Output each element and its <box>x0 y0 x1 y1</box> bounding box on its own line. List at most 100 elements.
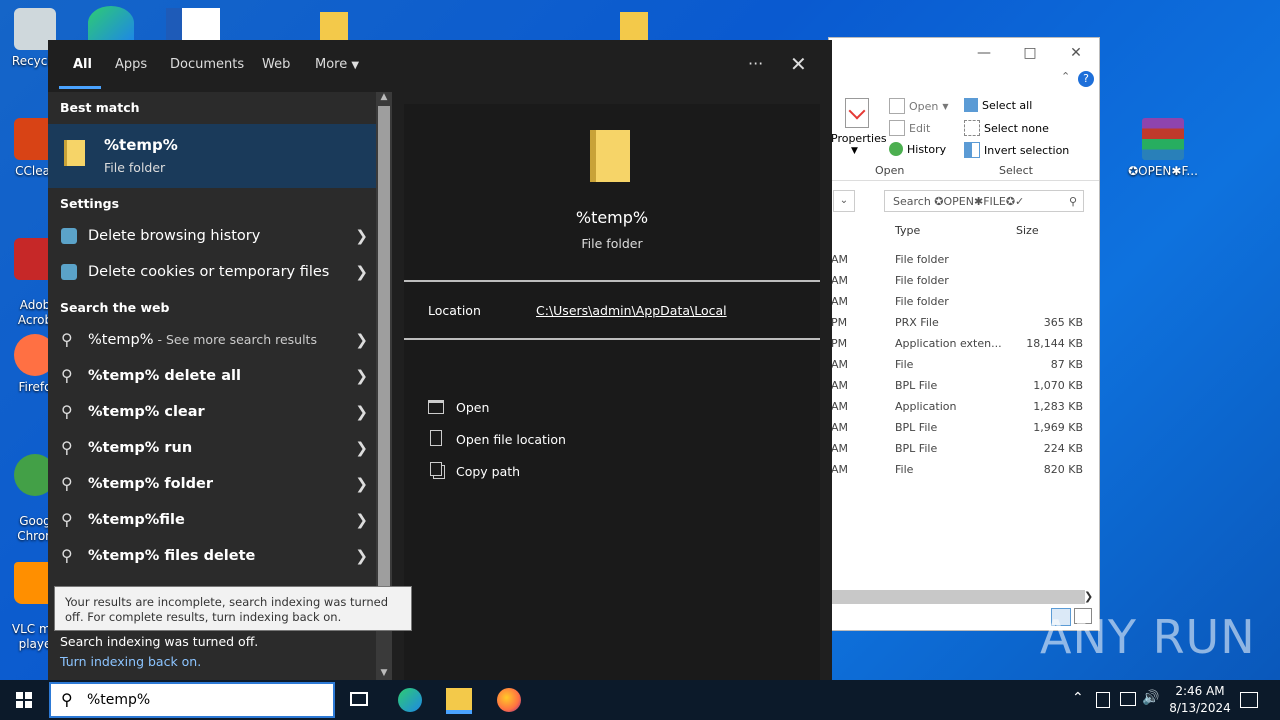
notification-icon[interactable] <box>1240 692 1258 708</box>
row-size: 18,144 KB <box>1026 337 1083 350</box>
chevron-right-icon[interactable]: ❯ <box>355 475 368 493</box>
edge-taskbar-icon[interactable] <box>398 688 422 712</box>
search-icon: ⚲ <box>61 330 73 349</box>
tab-apps[interactable]: Apps <box>115 57 147 72</box>
close-icon[interactable]: ✕ <box>790 52 807 76</box>
table-row[interactable]: AM File folder <box>829 292 1099 313</box>
table-row[interactable]: AM BPL File 224 KB <box>829 439 1099 460</box>
settings-item-delete-cookies[interactable]: Delete cookies or temporary files ❯ <box>48 256 376 292</box>
minimize-icon[interactable]: — <box>961 45 1007 61</box>
web-result-item[interactable]: ⚲ %temp% delete all ❯ <box>48 360 376 396</box>
properties-dropdown[interactable]: ▼ <box>851 146 858 156</box>
table-row[interactable]: AM BPL File 1,070 KB <box>829 376 1099 397</box>
task-view-icon[interactable] <box>350 692 368 706</box>
folder-desktop-icon[interactable] <box>620 12 648 40</box>
row-size: 1,969 KB <box>1033 421 1083 434</box>
tab-more[interactable]: More ▼ <box>315 57 359 72</box>
maximize-icon[interactable]: □ <box>1007 45 1053 61</box>
web-result-item[interactable]: ⚲ %temp%file ❯ <box>48 504 376 540</box>
file-explorer-taskbar-icon[interactable] <box>446 688 472 714</box>
chevron-right-icon[interactable]: ❯ <box>355 227 368 245</box>
select-none-label: Select none <box>984 121 1049 135</box>
close-icon[interactable]: ✕ <box>1053 45 1099 61</box>
table-row[interactable]: AM Application 1,283 KB <box>829 397 1099 418</box>
file-explorer-window: — □ ✕ ⌃ ? Properties ▼ Open ▼ Edit Histo… <box>828 37 1100 631</box>
best-match-result[interactable]: %temp% File folder <box>48 124 376 188</box>
invert-selection-button[interactable]: Invert selection <box>964 142 1069 158</box>
edge-desktop-icon[interactable] <box>88 6 134 40</box>
help-icon[interactable]: ? <box>1078 71 1094 87</box>
open-button[interactable]: Open ▼ <box>889 98 949 114</box>
select-none-button[interactable]: Select none <box>964 120 1049 136</box>
clock-time[interactable]: 2:46 AM <box>1166 684 1234 698</box>
path-dropdown-icon[interactable]: ⌄ <box>833 190 855 212</box>
scrollbar-thumb[interactable] <box>378 106 390 586</box>
row-type: File folder <box>895 253 949 266</box>
scroll-down-icon[interactable]: ▼ <box>376 668 392 678</box>
search-icon: ⚲ <box>61 510 73 529</box>
column-header-type[interactable]: Type <box>895 224 920 237</box>
desktop-icon-archive[interactable]: ✪OPEN✱F... <box>1126 118 1200 179</box>
row-date: AM <box>831 274 849 287</box>
network-icon[interactable] <box>1120 692 1136 706</box>
web-result-item[interactable]: ⚲ %temp% files delete ❯ <box>48 540 376 576</box>
web-result-see-more[interactable]: ⚲ %temp% - See more search results ❯ <box>48 324 376 360</box>
table-row[interactable]: AM File 87 KB <box>829 355 1099 376</box>
row-size: 1,283 KB <box>1033 400 1083 413</box>
chevron-right-icon[interactable]: ❯ <box>355 547 368 565</box>
chevron-right-icon[interactable]: ❯ <box>355 439 368 457</box>
table-row[interactable]: PM PRX File 365 KB <box>829 313 1099 334</box>
row-date: PM <box>831 337 848 350</box>
action-open[interactable]: Open <box>428 400 788 424</box>
folder-desktop-icon[interactable] <box>320 12 348 40</box>
tab-web[interactable]: Web <box>262 57 290 72</box>
more-options-icon[interactable]: ··· <box>748 54 763 73</box>
web-result-item[interactable]: ⚲ %temp% clear ❯ <box>48 396 376 432</box>
properties-button[interactable]: Properties <box>831 132 887 145</box>
chevron-right-icon[interactable]: ❯ <box>355 331 368 349</box>
action-copy-path[interactable]: Copy path <box>428 462 788 488</box>
action-open-file-location[interactable]: Open file location <box>428 430 788 456</box>
device-icon[interactable] <box>1096 692 1110 708</box>
location-link[interactable]: C:\Users\admin\AppData\Local <box>536 303 727 318</box>
row-type: File folder <box>895 295 949 308</box>
show-hidden-icons-icon[interactable]: ⌃ <box>1072 690 1084 706</box>
preview-pane: %temp% File folder Location C:\Users\adm… <box>404 104 820 680</box>
chevron-right-icon[interactable]: ❯ <box>355 511 368 529</box>
scroll-right-icon[interactable]: ❯ <box>1084 590 1093 603</box>
explorer-search-input[interactable]: Search ✪OPEN✱FILE✪✓ ⚲ <box>884 190 1084 212</box>
table-row[interactable]: AM BPL File 1,969 KB <box>829 418 1099 439</box>
column-header-size[interactable]: Size <box>1016 224 1039 237</box>
row-size: 365 KB <box>1043 316 1083 329</box>
ribbon-collapse-icon[interactable]: ⌃ <box>1061 70 1070 83</box>
caret-down-icon: ▼ <box>351 60 360 71</box>
chevron-right-icon[interactable]: ❯ <box>355 403 368 421</box>
table-row[interactable]: AM File folder <box>829 250 1099 271</box>
tab-all[interactable]: All <box>73 57 92 72</box>
chevron-right-icon[interactable]: ❯ <box>355 367 368 385</box>
volume-icon[interactable]: 🔊 <box>1142 690 1159 706</box>
word-desktop-icon[interactable] <box>166 8 220 40</box>
chevron-right-icon[interactable]: ❯ <box>355 263 368 281</box>
start-button[interactable] <box>0 680 48 720</box>
select-all-button[interactable]: Select all <box>964 98 1032 112</box>
settings-item-delete-browsing-history[interactable]: Delete browsing history ❯ <box>48 220 376 256</box>
edit-button[interactable]: Edit <box>889 120 930 136</box>
clock-date[interactable]: 8/13/2024 <box>1166 701 1234 715</box>
taskbar: ⚲ %temp% ⌃ 🔊 2:46 AM 8/13/2024 <box>0 680 1280 720</box>
history-icon <box>889 142 903 156</box>
tab-documents[interactable]: Documents <box>170 57 244 72</box>
web-result-item[interactable]: ⚲ %temp% folder ❯ <box>48 468 376 504</box>
divider <box>404 338 820 340</box>
table-row[interactable]: PM Application exten... 18,144 KB <box>829 334 1099 355</box>
table-row[interactable]: AM File 820 KB <box>829 460 1099 481</box>
web-result-item[interactable]: ⚲ %temp% run ❯ <box>48 432 376 468</box>
firefox-taskbar-icon[interactable] <box>497 688 521 712</box>
horizontal-scrollbar[interactable] <box>829 590 1085 604</box>
taskbar-search-input[interactable]: ⚲ %temp% <box>49 682 335 718</box>
history-label: History <box>907 142 947 156</box>
table-row[interactable]: AM File folder <box>829 271 1099 292</box>
scroll-up-icon[interactable]: ▲ <box>376 92 392 102</box>
turn-indexing-on-link[interactable]: Turn indexing back on. <box>60 654 201 669</box>
history-button[interactable]: History <box>889 142 946 156</box>
